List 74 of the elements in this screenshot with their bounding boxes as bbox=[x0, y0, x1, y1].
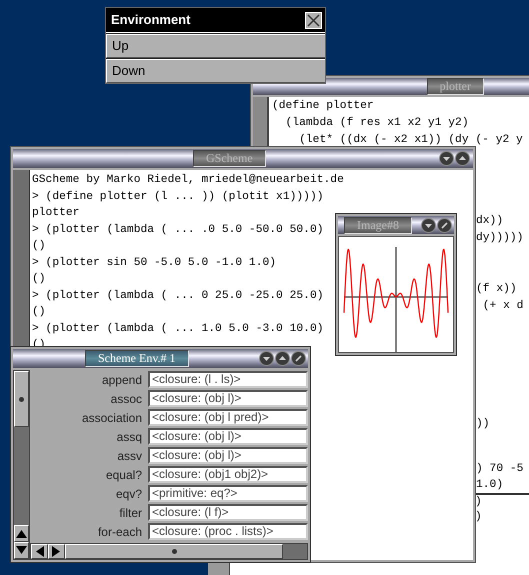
arrow-up-icon bbox=[16, 529, 27, 538]
console-line: > (plotter (lambda ( ... 1.0 5.0 -3.0 10.0) bbox=[32, 322, 324, 336]
variable-name: for-each bbox=[96, 524, 143, 538]
code-line: (f x)) bbox=[476, 282, 517, 297]
pencil-icon bbox=[440, 220, 449, 230]
code-line: ) 70 -5 bbox=[476, 462, 524, 477]
variable-name: assoc bbox=[110, 392, 143, 406]
arrow-down-icon bbox=[262, 354, 271, 363]
code-line: (define plotter bbox=[272, 98, 374, 114]
console-line: > (plotter sin 50 -5.0 5.0 -1.0 1.0) bbox=[32, 256, 276, 270]
variable-name: assq bbox=[116, 430, 143, 444]
window-title: plotter bbox=[426, 78, 484, 95]
code-line: dy))))) bbox=[476, 231, 524, 246]
close-icon bbox=[307, 14, 320, 26]
value-field[interactable]: <closure: (obj l)> bbox=[148, 447, 308, 464]
horizontal-scrollbar[interactable] bbox=[30, 543, 308, 560]
window-title: GScheme bbox=[193, 150, 266, 167]
console-line: () bbox=[32, 238, 46, 254]
value-field[interactable]: <closure: (obj1 obj2)> bbox=[148, 466, 308, 483]
variable-name: assv bbox=[116, 448, 143, 462]
expand-button[interactable] bbox=[275, 351, 290, 366]
menu-title: Environment bbox=[111, 11, 192, 30]
console-line: () bbox=[32, 272, 46, 287]
value-field[interactable]: <closure: (obj l)> bbox=[148, 428, 308, 445]
variable-name: filter bbox=[118, 506, 143, 520]
menu-item[interactable]: Down bbox=[106, 59, 325, 83]
code-line: (let* ((dx (- x2 x1)) (dy (- y2 y bbox=[298, 132, 523, 148]
scroll-thumb[interactable] bbox=[14, 371, 29, 427]
console-line: GScheme by Marko Riedel, mriedel@neuearbeit.de bbox=[32, 172, 344, 188]
variable-name: eqv? bbox=[114, 486, 143, 500]
window-title: Scheme Env.# 1 bbox=[85, 350, 189, 367]
value-field[interactable]: <primitive: eq?> bbox=[148, 485, 308, 502]
console-line: plotter bbox=[32, 206, 80, 221]
console-line: > (plotter (lambda ( ... 0 25.0 -25.0 25.0) bbox=[32, 288, 324, 304]
code-line: )) bbox=[476, 417, 490, 432]
collapse-button[interactable] bbox=[259, 351, 274, 366]
arrow-right-icon bbox=[52, 546, 61, 557]
scroll-down-button[interactable] bbox=[14, 542, 29, 559]
window-title: Image#8 bbox=[344, 216, 412, 234]
value-field[interactable]: <closure: (obj l)> bbox=[148, 390, 308, 407]
console-line: () bbox=[32, 304, 46, 320]
console-line: > (define plotter (l ... )) (plotit x1))))) bbox=[32, 190, 324, 204]
scroll-up-button[interactable] bbox=[14, 525, 29, 542]
value-field[interactable]: <closure: (l . ls)> bbox=[148, 371, 308, 388]
value-field[interactable]: <closure: (proc . lists)> bbox=[148, 523, 308, 540]
arrow-up-icon bbox=[458, 154, 467, 163]
value-field[interactable]: <closure: (l f)> bbox=[148, 504, 308, 521]
menu-item[interactable]: Up bbox=[106, 34, 325, 58]
pencil-icon bbox=[294, 354, 303, 363]
edit-button[interactable] bbox=[291, 351, 306, 366]
variable-name: append bbox=[100, 372, 143, 386]
arrow-left-icon bbox=[35, 546, 44, 557]
code-line: (lambda (f res x1 x2 y1 y2) bbox=[284, 116, 469, 131]
console-line: > (plotter (lambda ( ... .0 5.0 -50.0 50.0) bbox=[32, 222, 324, 238]
collapse-button[interactable] bbox=[421, 218, 436, 232]
scroll-left-button[interactable] bbox=[31, 544, 48, 559]
expand-button[interactable] bbox=[455, 151, 470, 166]
scroll-thumb[interactable] bbox=[65, 544, 283, 559]
edit-button[interactable] bbox=[437, 218, 452, 232]
vertical-scrollbar[interactable] bbox=[13, 370, 30, 560]
collapse-button[interactable] bbox=[439, 151, 454, 166]
scroll-right-button[interactable] bbox=[48, 544, 65, 559]
arrow-down-icon bbox=[16, 546, 27, 555]
variable-name: equal? bbox=[104, 468, 143, 482]
code-line: 1.0) bbox=[476, 478, 504, 493]
arrow-down-icon bbox=[442, 154, 451, 163]
code-line: ) bbox=[475, 495, 482, 510]
variable-name: association bbox=[80, 410, 143, 424]
arrow-up-icon bbox=[278, 354, 287, 363]
code-line: ) bbox=[475, 510, 482, 525]
value-field[interactable]: <closure: (obj l pred)> bbox=[148, 409, 308, 426]
code-line: (+ x d bbox=[482, 299, 524, 314]
close-button[interactable] bbox=[305, 12, 322, 28]
code-line: dx)) bbox=[476, 214, 504, 229]
